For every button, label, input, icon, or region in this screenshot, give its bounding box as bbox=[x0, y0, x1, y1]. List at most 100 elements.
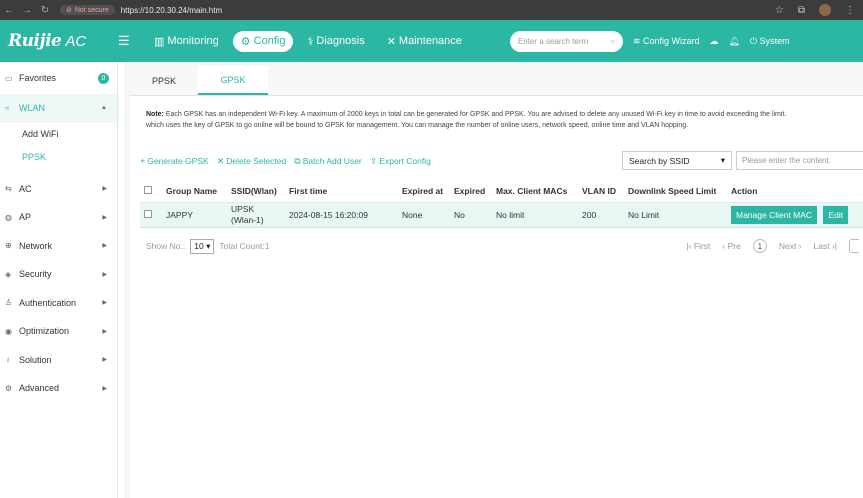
security-indicator[interactable]: ⊘ Not secure bbox=[60, 5, 115, 15]
batch-icon: ⧉ bbox=[294, 155, 301, 166]
batch-add-label: Batch Add User bbox=[302, 156, 362, 166]
reload-icon[interactable]: ↻ bbox=[36, 5, 54, 16]
sidebar-wlan-label: WLAN bbox=[19, 103, 46, 114]
top-nav: ▥ Monitoring ⚙ Config ⚕ Diagnosis ✕ Main… bbox=[146, 30, 470, 52]
sidebar-item-security[interactable]: ◈ Security ▶ bbox=[0, 260, 117, 289]
col-max-macs[interactable]: Max. Client MACs bbox=[492, 180, 578, 203]
search-icon[interactable]: ○ bbox=[610, 37, 615, 46]
select-all-cell bbox=[140, 180, 162, 203]
cell-group: JAPPY bbox=[162, 202, 227, 228]
cell-vlan: 200 bbox=[578, 202, 624, 228]
table-header-row: Group Name SSID(Wlan) First time Expired… bbox=[140, 180, 863, 203]
forward-icon[interactable]: → bbox=[18, 5, 36, 16]
sidebar-sub-add-wifi[interactable]: Add WiFi bbox=[0, 123, 117, 146]
export-icon: ⇪ bbox=[369, 155, 378, 166]
sidebar-item-ap[interactable]: ◍ AP ▶ bbox=[0, 203, 117, 232]
folder-icon: ▭ bbox=[5, 73, 13, 83]
toolbar: + Generate GPSK ✕ Delete Selected ⧉ Batch A… bbox=[140, 151, 863, 171]
sidebar-item-network[interactable]: ⊕ Network ▶ bbox=[0, 232, 117, 261]
generate-gpsk-button[interactable]: + Generate GPSK bbox=[140, 156, 209, 166]
page-jump-input[interactable] bbox=[849, 239, 859, 253]
logo-brand: Ruijie bbox=[8, 31, 62, 51]
show-no-label: Show No.: bbox=[146, 241, 186, 251]
main-content: PPSK GPSK Note: Each GPSK has an indepen… bbox=[124, 62, 863, 498]
sidebar-item-wlan[interactable]: ≈ WLAN ▲ bbox=[0, 94, 117, 123]
stethoscope-icon: ⚕ bbox=[307, 35, 314, 48]
tab-ppsk[interactable]: PPSK bbox=[130, 66, 198, 95]
col-downlink[interactable]: Downlink Speed Limit bbox=[624, 180, 727, 203]
next-page-button[interactable]: Next › bbox=[779, 241, 802, 251]
browser-toolbar: ← → ↻ ⊘ Not secure https://10.20.30.24/m… bbox=[0, 0, 863, 20]
delete-selected-button[interactable]: ✕ Delete Selected bbox=[217, 156, 287, 167]
sidebar-sub-ppsk[interactable]: PPSK bbox=[0, 146, 117, 169]
last-page-button[interactable]: Last ›| bbox=[814, 241, 837, 251]
row-select-cell bbox=[140, 202, 162, 228]
nav-diagnosis[interactable]: ⚕ Diagnosis bbox=[299, 31, 372, 52]
page-size-select[interactable]: 10 ▾ bbox=[190, 238, 215, 254]
table-row: JAPPY UPSK (Wlan-1) 2024-08-15 16:20:09 … bbox=[140, 202, 863, 228]
header-actions: ≋ Config Wizard ☁ 🔔︎ ⏻ System bbox=[633, 36, 790, 47]
tab-gpsk[interactable]: GPSK bbox=[198, 66, 268, 95]
current-page[interactable]: 1 bbox=[752, 239, 767, 253]
col-group-name[interactable]: Group Name bbox=[162, 180, 227, 203]
user-icon: ♙ bbox=[5, 298, 13, 308]
chart-icon: ▥ bbox=[154, 35, 165, 48]
col-first-time[interactable]: First time bbox=[285, 180, 398, 203]
note-line-2: which uses the key of GPSK to go online … bbox=[146, 122, 689, 129]
cell-max-macs: No limit bbox=[492, 202, 578, 228]
profile-avatar[interactable] bbox=[819, 4, 831, 16]
sidebar-item-authentication[interactable]: ♙ Authentication ▶ bbox=[0, 289, 117, 318]
sidebar-item-favorites[interactable]: ▭ Favorites 0 bbox=[0, 62, 117, 94]
col-ssid[interactable]: SSID(Wlan) bbox=[227, 180, 285, 203]
sidebar-item-solution[interactable]: ♁ Solution ▶ bbox=[0, 346, 117, 375]
first-page-button[interactable]: |‹ First bbox=[686, 241, 710, 251]
sidebar-item-ac[interactable]: ⇆ AC ▶ bbox=[0, 175, 117, 204]
content-search-input[interactable]: Please enter the content. bbox=[736, 151, 863, 170]
browser-menu-icon[interactable]: ⋮ bbox=[845, 5, 855, 16]
nav-diagnosis-label: Diagnosis bbox=[316, 35, 365, 47]
export-config-button[interactable]: ⇪ Export Config bbox=[370, 156, 431, 167]
favorites-count-badge: 0 bbox=[98, 72, 109, 84]
system-button[interactable]: ⏻ System bbox=[750, 36, 790, 47]
sidebar-ap-label: AP bbox=[19, 212, 32, 223]
batch-add-user-button[interactable]: ⧉ Batch Add User bbox=[294, 156, 362, 167]
chevron-right-icon: ▶ bbox=[102, 357, 107, 364]
advanced-gear-icon: ⚙ bbox=[5, 383, 13, 393]
chevron-down-icon: ▾ bbox=[720, 155, 725, 165]
wifi-icon: ≈ bbox=[5, 103, 10, 113]
select-all-checkbox[interactable] bbox=[144, 185, 152, 194]
col-vlan-id[interactable]: VLAN ID bbox=[578, 180, 624, 203]
config-wizard-button[interactable]: ≋ Config Wizard bbox=[633, 36, 700, 47]
manage-client-mac-button[interactable]: Manage Client MAC bbox=[731, 205, 818, 224]
nav-monitoring[interactable]: ▥ Monitoring bbox=[146, 31, 227, 52]
sidebar-solution-label: Solution bbox=[19, 354, 52, 365]
note-line-1: Each GPSK has an independent Wi-Fi key. … bbox=[165, 111, 787, 118]
chevron-right-icon: ▶ bbox=[102, 214, 107, 221]
back-icon[interactable]: ← bbox=[0, 5, 18, 16]
search-by-select[interactable]: Search by SSID ▾ bbox=[622, 151, 732, 170]
nav-maintenance[interactable]: ✕ Maintenance bbox=[379, 31, 470, 52]
app-header: Ruijie AC ☰ ▥ Monitoring ⚙ Config ⚕ Diag… bbox=[0, 20, 863, 62]
shield-icon: ◈ bbox=[5, 269, 12, 279]
sidebar-ac-label: AC bbox=[19, 183, 32, 194]
cloud-icon[interactable]: ☁ bbox=[710, 36, 719, 47]
bell-icon[interactable]: 🔔︎ bbox=[729, 36, 740, 47]
chevron-up-icon: ▲ bbox=[101, 105, 107, 112]
menu-toggle-icon[interactable]: ☰ bbox=[118, 33, 146, 49]
tools-icon: ✕ bbox=[386, 35, 396, 48]
sidebar-item-advanced[interactable]: ⚙ Advanced ▶ bbox=[0, 374, 117, 403]
chevron-right-icon: ▶ bbox=[102, 271, 107, 278]
extensions-icon[interactable]: ⧉ bbox=[798, 5, 805, 16]
edit-button[interactable]: Edit bbox=[823, 205, 849, 224]
prev-label: Pre bbox=[727, 241, 741, 251]
page-controls: |‹ First ‹ Pre 1 Next › Last ›| bbox=[686, 239, 859, 253]
sidebar-item-optimization[interactable]: ◉ Optimization ▶ bbox=[0, 317, 117, 346]
col-expired-at[interactable]: Expired at bbox=[398, 180, 450, 203]
nav-config[interactable]: ⚙ Config bbox=[232, 30, 294, 52]
header-search-input[interactable]: Enter a search term ○ bbox=[509, 30, 623, 52]
row-checkbox[interactable] bbox=[144, 209, 152, 218]
address-bar[interactable]: https://10.20.30.24/main.htm bbox=[121, 6, 222, 15]
prev-page-button[interactable]: ‹ Pre bbox=[722, 241, 740, 251]
bookmark-star-icon[interactable]: ☆ bbox=[775, 5, 784, 16]
col-expired[interactable]: Expired bbox=[450, 180, 492, 203]
